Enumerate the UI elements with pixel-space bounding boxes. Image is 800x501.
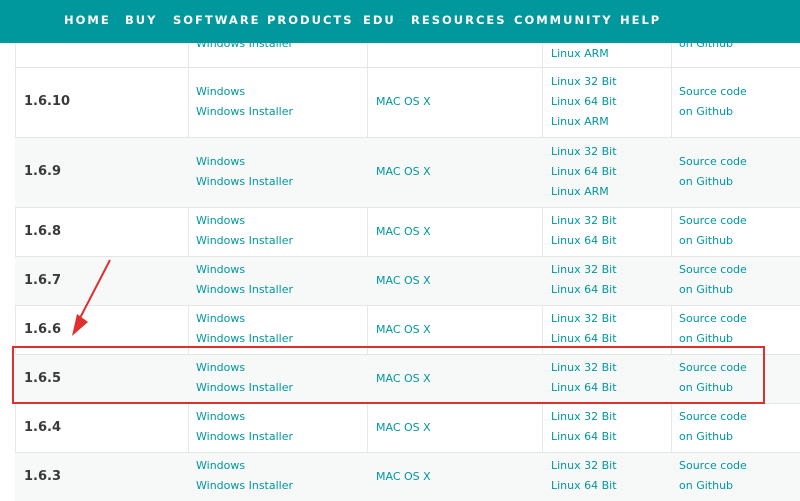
top-navigation-bar: HOME BUY SOFTWARE PRODUCTS EDU RESOURCES COMMU… xyxy=(0,0,800,43)
nav-edu[interactable]: EDU xyxy=(363,13,396,27)
nav-resources[interactable]: RESOURCES xyxy=(411,13,507,27)
arrow-head xyxy=(72,314,88,336)
nav-community[interactable]: COMMUNITY xyxy=(514,13,613,27)
nav-products[interactable]: PRODUCTS xyxy=(267,13,354,27)
nav-help[interactable]: HELP xyxy=(620,13,661,27)
nav-home[interactable]: HOME xyxy=(64,13,111,27)
annotation-arrow xyxy=(72,259,111,336)
arrow-shaft xyxy=(79,259,111,319)
nav-buy[interactable]: BUY xyxy=(125,13,157,27)
nav-software[interactable]: SOFTWARE xyxy=(173,13,261,27)
